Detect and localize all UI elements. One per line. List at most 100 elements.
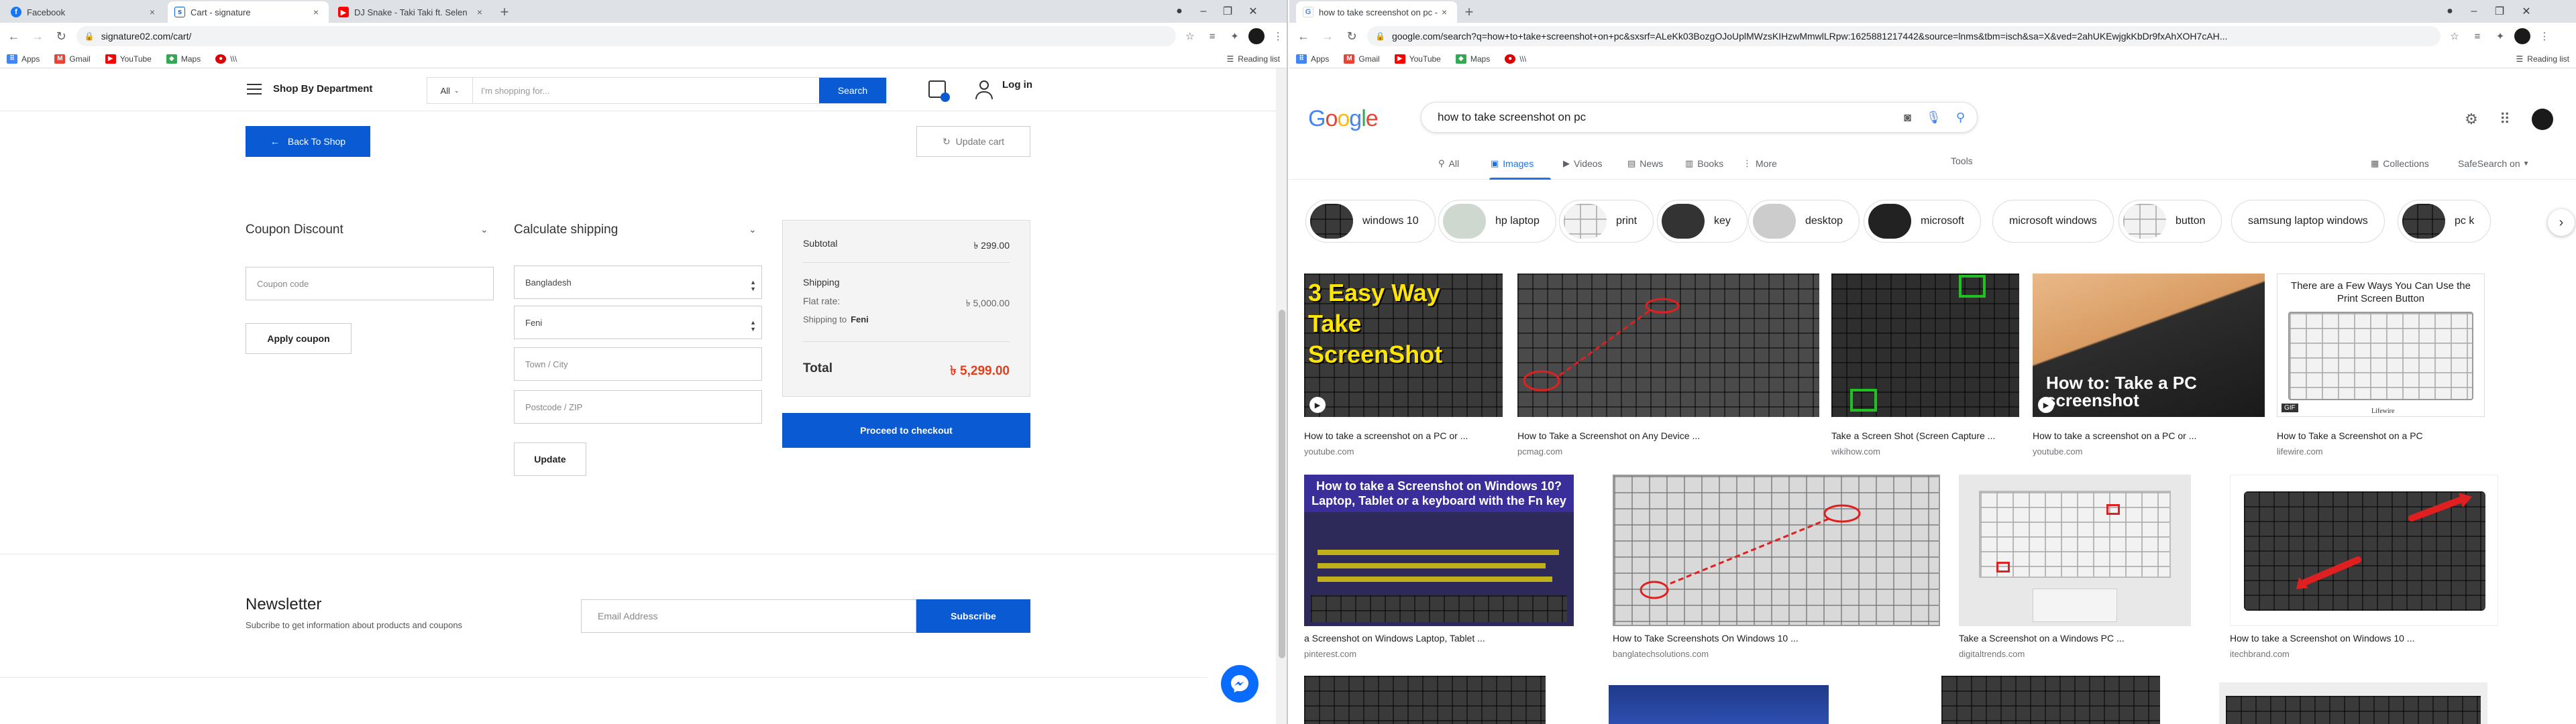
zip-input[interactable]: Postcode / ZIP <box>514 390 762 424</box>
tab-youtube[interactable]: ▶ DJ Snake - Taki Taki ft. Selen × <box>331 1 492 23</box>
image-result[interactable] <box>2219 682 2487 724</box>
chip-key[interactable]: key <box>1657 200 1748 243</box>
update-cart-button[interactable]: ↻ Update cart <box>916 126 1030 157</box>
bookmark-star-icon[interactable]: ☆ <box>2446 27 2463 45</box>
page-scrollbar[interactable] <box>1276 68 1287 724</box>
chip-microsoft-windows[interactable]: microsoft windows <box>1992 200 2114 243</box>
forward-icon[interactable]: → <box>1318 26 1338 46</box>
coupon-code-input[interactable]: Coupon code <box>246 267 494 300</box>
tab-cart[interactable]: s Cart - signature × <box>168 1 329 23</box>
bookmark-star-icon[interactable]: ☆ <box>1181 27 1198 45</box>
newsletter-email-input[interactable]: Email Address <box>581 599 916 633</box>
bookmark-maps[interactable]: ◆ Maps <box>1455 54 1490 64</box>
apps-grid-icon[interactable]: ⠿ <box>2500 111 2510 128</box>
maximize-button[interactable]: ❐ <box>2490 3 2509 20</box>
account-avatar[interactable] <box>2532 109 2553 130</box>
apply-coupon-button[interactable]: Apply coupon <box>246 323 352 354</box>
search-input[interactable]: I'm shopping for... <box>473 78 819 103</box>
voice-search-icon[interactable]: 🎙 <box>1926 111 1941 125</box>
tab-more[interactable]: ⋮ More <box>1743 158 1777 169</box>
chip-hp-laptop[interactable]: hp laptop <box>1438 200 1556 243</box>
media-icon[interactable]: ● <box>2440 3 2459 20</box>
reading-list[interactable]: ☰ Reading list <box>1227 54 1280 64</box>
new-tab-button[interactable]: + <box>1460 3 1479 21</box>
back-icon[interactable]: ← <box>4 26 23 46</box>
bookmark-maps[interactable]: ◆ Maps <box>166 54 201 64</box>
address-bar[interactable]: 🔒 signature02.com/cart/ <box>76 26 1177 46</box>
settings-gear-icon[interactable]: ⚙ <box>2465 111 2478 128</box>
messenger-chat-icon[interactable] <box>1221 665 1258 703</box>
image-result[interactable]: How to take a Screenshot on Windows 10? … <box>1304 475 1574 669</box>
chip-samsung-laptop-windows[interactable]: samsung laptop windows <box>2231 200 2385 243</box>
chevron-right-icon[interactable]: › <box>2548 209 2575 236</box>
google-search-box[interactable]: how to take screenshot on pc ◙ 🎙 ⚲ <box>1421 102 1978 133</box>
country-select[interactable]: Bangladesh ▲ ▼ <box>514 265 762 299</box>
media-control-icon[interactable]: ≡ <box>2469 27 2486 45</box>
profile-avatar[interactable] <box>1248 28 1265 44</box>
tools-button[interactable]: Tools <box>1951 156 1973 166</box>
chip-microsoft[interactable]: microsoft <box>1864 200 1981 243</box>
tab-facebook[interactable]: f Facebook × <box>4 1 165 23</box>
image-result[interactable] <box>1941 676 2160 724</box>
search-icon[interactable]: ⚲ <box>1956 111 1965 125</box>
image-result[interactable]: There are a Few Ways You Can Use the Pri… <box>2277 274 2485 461</box>
back-icon[interactable]: ← <box>1293 26 1313 46</box>
login-link[interactable]: Log in <box>1002 79 1032 90</box>
chip-button[interactable]: button <box>2118 200 2222 243</box>
close-tab-icon[interactable]: × <box>1438 7 1450 17</box>
chevron-down-icon[interactable]: ⌄ <box>749 224 757 235</box>
menu-icon[interactable]: ⋮ <box>1270 27 1287 45</box>
address-bar[interactable]: 🔒 google.com/search?q=how+to+take+screen… <box>1367 26 2440 46</box>
cart-icon[interactable] <box>928 80 950 102</box>
scrollbar-thumb[interactable] <box>1279 310 1285 658</box>
maximize-button[interactable]: ❐ <box>1218 3 1237 20</box>
menu-icon[interactable]: ⋮ <box>2536 27 2553 45</box>
chip-windows-10[interactable]: windows 10 <box>1305 200 1436 243</box>
bookmark-apps[interactable]: ⠿ Apps <box>7 54 40 64</box>
bookmark-other[interactable]: ● \\\ <box>1505 54 1526 64</box>
tab-books[interactable]: ▥ Books <box>1685 158 1723 169</box>
subscribe-button[interactable]: Subscribe <box>916 599 1030 633</box>
image-result[interactable]: How to take a Screenshot on Windows 10 .… <box>2230 475 2498 669</box>
shop-by-department[interactable]: Shop By Department <box>273 83 372 95</box>
search-button[interactable]: Search <box>819 78 886 103</box>
chip-desktop[interactable]: desktop <box>1748 200 1860 243</box>
bookmark-apps[interactable]: ⠿ Apps <box>1296 54 1329 64</box>
hamburger-icon[interactable] <box>247 84 262 95</box>
bookmark-other[interactable]: ● \\\ <box>215 54 237 64</box>
tab-all[interactable]: ⚲ All <box>1438 158 1459 169</box>
bookmark-youtube[interactable]: ▶ YouTube <box>1394 54 1441 64</box>
category-select[interactable]: All ⌄ <box>427 78 473 103</box>
media-control-icon[interactable]: ≡ <box>1203 27 1220 45</box>
close-tab-icon[interactable]: × <box>310 7 322 17</box>
bookmark-gmail[interactable]: M Gmail <box>1344 54 1380 64</box>
image-result[interactable]: How to: Take a PC screenshot ▶ How to ta… <box>2033 274 2265 461</box>
update-shipping-button[interactable]: Update <box>514 442 586 476</box>
tab-images[interactable]: ▣ Images <box>1491 158 1534 169</box>
image-result[interactable]: Take a Screen Shot (Screen Capture ... w… <box>1831 274 2019 461</box>
image-result[interactable] <box>1609 685 1829 724</box>
forward-icon[interactable]: → <box>28 26 47 46</box>
profile-avatar[interactable] <box>2514 28 2530 44</box>
extensions-icon[interactable]: ✦ <box>2491 27 2509 45</box>
tab-news[interactable]: ▤ News <box>1627 158 1663 169</box>
user-icon[interactable] <box>974 79 994 99</box>
proceed-to-checkout-button[interactable]: Proceed to checkout <box>782 413 1030 448</box>
google-logo[interactable]: Google <box>1308 106 1379 132</box>
reading-list[interactable]: ☰ Reading list <box>2516 54 2569 64</box>
reload-icon[interactable]: ↻ <box>1342 26 1362 46</box>
extensions-icon[interactable]: ✦ <box>1226 27 1243 45</box>
new-tab-button[interactable]: + <box>495 3 514 21</box>
tab-videos[interactable]: ▶ Videos <box>1563 158 1603 169</box>
image-result[interactable] <box>1304 676 1546 724</box>
collections-link[interactable]: ▦ Collections <box>2371 158 2429 169</box>
image-result[interactable]: Take a Screenshot on a Windows PC ... di… <box>1959 475 2191 669</box>
image-result[interactable]: 3 Easy Way Take ScreenShot ▶ How to take… <box>1304 274 1503 461</box>
tab-google-search[interactable]: G how to take screenshot on pc - G × <box>1296 1 1457 23</box>
safesearch-toggle[interactable]: SafeSearch on ▼ <box>2458 158 2530 169</box>
reload-icon[interactable]: ↻ <box>52 26 71 46</box>
minimize-button[interactable]: – <box>2465 3 2483 20</box>
chevron-down-icon[interactable]: ⌄ <box>480 224 488 235</box>
image-result[interactable]: How to Take Screenshots On Windows 10 ..… <box>1613 475 1940 669</box>
back-to-shop-button[interactable]: ← Back To Shop <box>246 126 370 157</box>
